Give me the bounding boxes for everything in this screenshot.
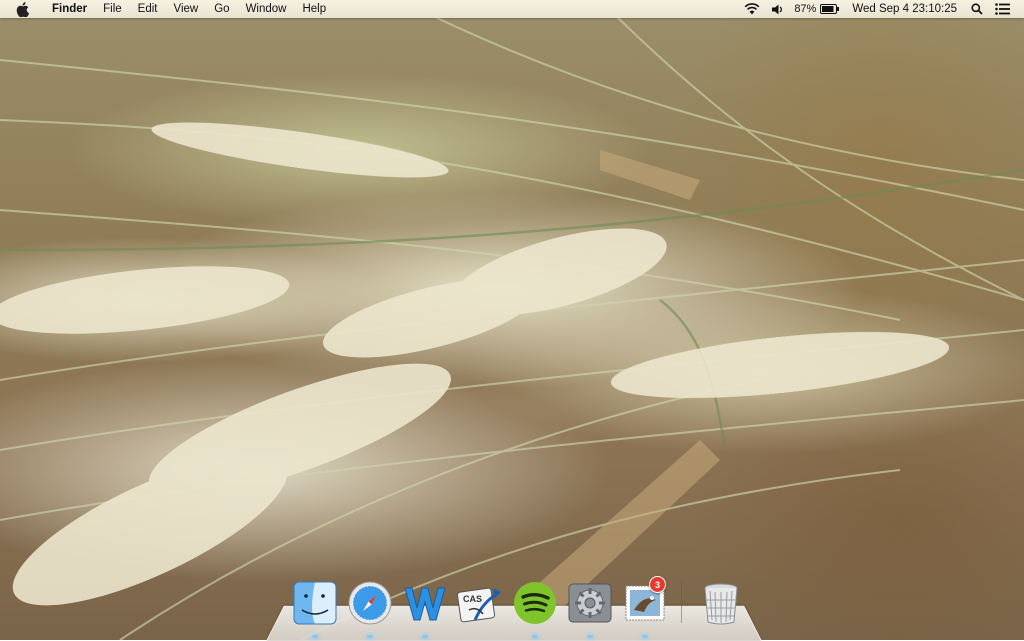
svg-text:CAS: CAS <box>463 594 482 604</box>
dock: CAS 3 <box>290 576 751 638</box>
search-icon[interactable] <box>965 0 989 18</box>
w-letter-icon <box>404 587 446 621</box>
menu-help[interactable]: Help <box>294 0 334 18</box>
dock-item-mail[interactable]: 3 <box>620 576 670 638</box>
apple-logo-icon[interactable] <box>14 1 30 17</box>
battery-icon[interactable] <box>820 0 846 18</box>
dock-separator <box>681 581 682 623</box>
dock-item-trash[interactable] <box>696 578 746 628</box>
running-indicator <box>532 635 538 638</box>
running-indicator <box>367 635 373 638</box>
gear-icon <box>568 583 612 623</box>
speaker-icon[interactable] <box>766 0 790 18</box>
trash-icon <box>704 583 738 625</box>
dock-item-system-preferences[interactable] <box>565 578 615 638</box>
menu-go[interactable]: Go <box>206 0 237 18</box>
running-indicator <box>642 635 648 638</box>
cas-icon: CAS <box>457 587 501 623</box>
dock-item-cas[interactable]: CAS <box>455 578 505 628</box>
wifi-icon[interactable] <box>738 0 766 18</box>
dock-item-safari[interactable] <box>345 578 395 638</box>
dock-item-finder[interactable] <box>290 578 340 638</box>
running-indicator <box>312 635 318 638</box>
list-icon[interactable] <box>989 0 1016 18</box>
dock-item-word[interactable] <box>400 578 450 638</box>
battery-percent: 87% <box>794 3 817 15</box>
running-indicator <box>587 635 593 638</box>
mail-unread-badge: 3 <box>649 576 666 593</box>
dock-item-spotify[interactable] <box>510 578 560 638</box>
menu-edit[interactable]: Edit <box>130 0 166 18</box>
menu-window[interactable]: Window <box>238 0 295 18</box>
desktop-wallpaper <box>0 0 1024 640</box>
app-menu-finder[interactable]: Finder <box>44 0 95 18</box>
menu-view[interactable]: View <box>166 0 207 18</box>
safari-compass-icon <box>348 581 392 625</box>
menubar-clock[interactable]: Wed Sep 4 23:10:25 <box>846 3 965 15</box>
finder-icon <box>293 581 337 625</box>
spotify-icon <box>514 582 556 624</box>
menu-bar: Finder File Edit View Go Window Help 87% <box>0 0 1024 18</box>
running-indicator <box>422 635 428 638</box>
menu-file[interactable]: File <box>95 0 130 18</box>
